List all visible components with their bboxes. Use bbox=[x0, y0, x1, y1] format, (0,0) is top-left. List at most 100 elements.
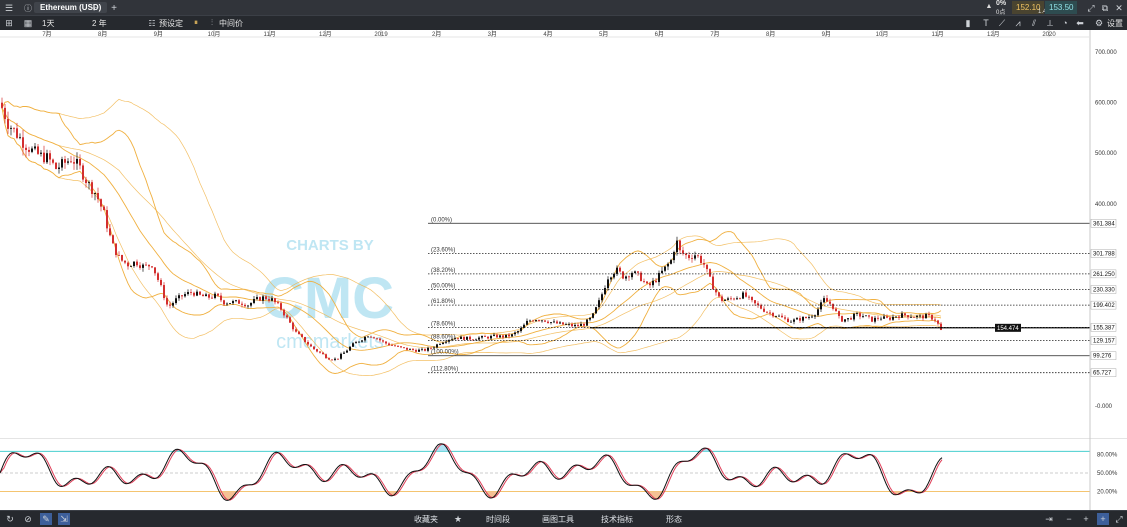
candle-body bbox=[838, 311, 840, 317]
candle-body bbox=[7, 119, 9, 129]
candle-body bbox=[436, 344, 438, 348]
footer-tab-indicators[interactable]: 技术指标 bbox=[601, 514, 633, 525]
candle-body bbox=[313, 346, 315, 350]
scroll-end-icon[interactable]: ⇥ bbox=[1043, 513, 1055, 525]
candle-body bbox=[601, 294, 603, 301]
candle-body bbox=[478, 337, 480, 340]
magnet-icon[interactable]: ⇲ bbox=[58, 513, 70, 525]
preset-button[interactable]: 预设定 bbox=[159, 18, 183, 29]
gear-icon[interactable]: ⚙ bbox=[1093, 17, 1105, 29]
candle-body bbox=[778, 315, 780, 317]
fibonacci-retracement[interactable]: (0.00%) (23.60%) (38.20%) (50.00%) (61.80%) (… bbox=[428, 217, 1090, 374]
candle-body bbox=[67, 161, 69, 163]
candle-body bbox=[607, 279, 609, 288]
star-icon[interactable]: ★ bbox=[452, 513, 464, 525]
bar-chart-icon[interactable]: ▮ bbox=[962, 17, 974, 29]
info-icon[interactable]: ⓘ bbox=[22, 2, 34, 14]
candle-body bbox=[196, 291, 198, 296]
fib-level-label: (50.00%) bbox=[431, 283, 455, 289]
fib-level-label: (88.60%) bbox=[431, 335, 455, 341]
oscillator-chart[interactable]: 80.00% 50.00% 20.00% bbox=[0, 438, 1127, 510]
target-icon[interactable]: ◔ bbox=[1059, 17, 1071, 29]
candle-body bbox=[820, 302, 822, 310]
candle-body bbox=[637, 271, 639, 273]
candle-body bbox=[688, 255, 690, 259]
candle-body bbox=[148, 264, 150, 267]
zoom-out-icon[interactable]: − bbox=[1063, 513, 1075, 525]
footer-tab-favorites[interactable]: 收藏夹 bbox=[414, 514, 438, 525]
refresh-icon[interactable]: ↻ bbox=[4, 513, 16, 525]
fib-price-label: 230.330 bbox=[1093, 287, 1115, 293]
candle-body bbox=[493, 334, 495, 336]
layout-icon[interactable]: ▦ bbox=[22, 17, 34, 29]
candle-body bbox=[862, 316, 864, 317]
candle-body bbox=[646, 281, 648, 284]
candle-body bbox=[109, 228, 111, 236]
add-icon[interactable]: + bbox=[1097, 513, 1109, 525]
price-chart[interactable]: CHARTS BY CMC cmcmarkets (0.00%)(23.60%)… bbox=[0, 30, 1127, 438]
menu-icon[interactable]: ☰ bbox=[3, 2, 15, 14]
candle-body bbox=[106, 210, 108, 229]
zoom-in-icon[interactable]: + bbox=[1080, 513, 1092, 525]
candle-body bbox=[649, 283, 651, 286]
interval-select[interactable]: 1天 bbox=[42, 18, 54, 29]
candle-body bbox=[829, 301, 831, 304]
crosshair-icon[interactable]: ⊞ bbox=[3, 17, 15, 29]
candle-body bbox=[859, 313, 861, 317]
close-icon[interactable]: ✕ bbox=[1113, 2, 1125, 14]
candle-body bbox=[835, 308, 837, 312]
candle-body bbox=[847, 318, 849, 320]
measure-icon[interactable]: ⟂ bbox=[1044, 17, 1056, 29]
candle-body bbox=[604, 287, 606, 295]
cancel-icon[interactable]: ⊘ bbox=[22, 513, 34, 525]
candle-body bbox=[157, 273, 159, 280]
range-select[interactable]: 2 年 bbox=[92, 18, 107, 29]
candle-body bbox=[718, 292, 720, 297]
candle-body bbox=[457, 338, 459, 340]
candle-body bbox=[487, 336, 489, 339]
candle-body bbox=[184, 294, 186, 297]
candle-body bbox=[652, 280, 654, 286]
draw-line-icon[interactable]: ⟋ bbox=[996, 17, 1008, 29]
candle-body bbox=[694, 255, 696, 259]
candle-body bbox=[163, 285, 165, 299]
candle-body bbox=[571, 324, 573, 327]
candle-body bbox=[391, 345, 393, 346]
pause-icon[interactable]: ⏸ bbox=[190, 17, 202, 29]
pencil-icon[interactable]: ✎ bbox=[40, 513, 52, 525]
text-icon[interactable]: T bbox=[980, 17, 992, 29]
candle-body bbox=[769, 312, 771, 314]
trend-icon[interactable]: ⩘ bbox=[1012, 17, 1024, 29]
candle-body bbox=[520, 327, 522, 332]
candle-body bbox=[484, 336, 486, 337]
settings-button[interactable]: 设置 bbox=[1107, 18, 1123, 29]
footer-tab-drawing-tools[interactable]: 画图工具 bbox=[542, 514, 574, 525]
candle-body bbox=[187, 292, 189, 295]
fullscreen-icon[interactable]: ⤢ bbox=[1113, 513, 1125, 525]
candle-body bbox=[550, 322, 552, 323]
search-icon[interactable]: ⌕ bbox=[90, 2, 102, 14]
candle-body bbox=[331, 359, 333, 361]
back-icon[interactable]: ⬅ bbox=[1074, 17, 1086, 29]
candle-body bbox=[343, 352, 345, 354]
fib-level-label: (78.60%) bbox=[431, 321, 455, 327]
footer-tab-patterns[interactable]: 形态 bbox=[666, 514, 682, 525]
popout-icon[interactable]: ⧉ bbox=[1099, 2, 1111, 14]
candle-body bbox=[97, 193, 99, 200]
candle-body bbox=[13, 127, 15, 129]
fib-level-label: (112.80%) bbox=[431, 367, 458, 373]
candle-body bbox=[904, 313, 906, 316]
y-tick-label: -0.000 bbox=[1095, 404, 1113, 410]
midprice-button[interactable]: 中间价 bbox=[219, 18, 243, 29]
footer-tab-timeframe[interactable]: 时间段 bbox=[486, 514, 510, 525]
candle-body bbox=[253, 299, 255, 303]
expand-icon[interactable]: ⤢ bbox=[1085, 2, 1097, 14]
candle-body bbox=[469, 336, 471, 340]
buy-price[interactable]: 153.50 bbox=[1045, 1, 1078, 14]
tab-bar: ☰ ⓘ Ethereum (USD) ⌕ + ▲ 0% 0点 152.10 1.… bbox=[0, 0, 1127, 16]
fib-icon[interactable]: ⫽ bbox=[1028, 17, 1040, 29]
add-tab-icon[interactable]: + bbox=[108, 2, 120, 14]
candle-body bbox=[349, 346, 351, 351]
candle-body bbox=[214, 293, 216, 298]
candle-body bbox=[781, 315, 783, 318]
